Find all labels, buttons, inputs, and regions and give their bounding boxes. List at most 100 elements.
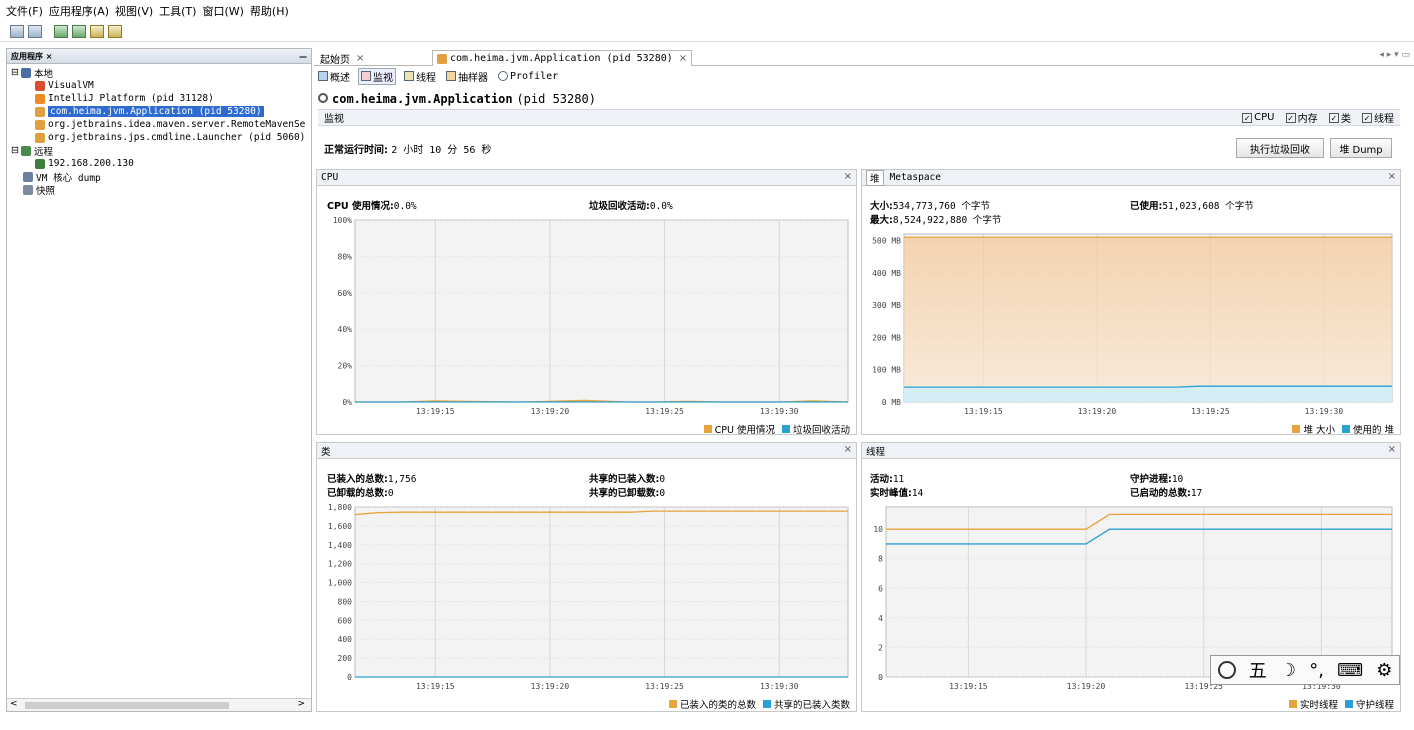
scrollbar-thumb[interactable] [25,702,229,709]
cpu-checkbox[interactable]: ✓ CPU [1242,112,1274,123]
y-tick-label: 200 MB [872,333,901,342]
y-tick-label: 8 [878,555,883,564]
x-tick-label: 13:19:30 [1305,407,1344,416]
close-icon[interactable]: × [1388,171,1396,182]
tree-item[interactable]: VisualVM [35,79,94,92]
tree-item-label: 192.168.200.130 [48,158,134,169]
punctuation-icon[interactable]: °, [1309,660,1324,681]
tree-item[interactable]: org.jetbrains.idea.maven.server.RemoteMa… [35,118,305,131]
plot-area [354,219,849,403]
monitor-section-bar: 监视 ✓ CPU ✓ 内存 ✓ 类 ✓ 线程 [318,109,1400,126]
tab-close-icon[interactable]: × [356,53,364,64]
tree-item-label: VisualVM [48,80,94,91]
collapse-icon[interactable]: ⊟ [11,145,19,156]
unloaded-classes-stat: 已卸载的总数:0 [327,485,394,499]
x-tick-label: 13:19:25 [645,407,684,416]
classes-checkbox[interactable]: ✓ 类 [1328,110,1351,125]
minimize-button[interactable]: — [299,52,307,61]
subtab-monitor[interactable]: 监视 [358,67,396,85]
tree-item[interactable]: ⊟ 远程 [11,144,53,158]
add-vm-coredump-icon[interactable] [72,25,86,38]
heap-dump-button[interactable]: 堆 Dump [1330,138,1392,158]
heap-max-stat: 最大:8,524,922,880 个字节 [870,212,1001,226]
uptime-label: 正常运行时间: [324,145,388,156]
tree-item[interactable]: IntelliJ Platform (pid 31128) [35,92,214,105]
tab-close-icon[interactable]: × [679,53,687,64]
menu-view[interactable]: 视图(V) [115,3,153,19]
stat-label: 已卸载的总数: [327,488,388,499]
horizontal-scrollbar[interactable]: < > [7,698,311,711]
heap-dump-icon[interactable] [108,25,122,38]
stat-label: 已启动的总数: [1130,488,1191,499]
started-threads-stat: 已启动的总数:17 [1130,485,1202,499]
tree-item[interactable]: VM 核心 dump [23,170,101,184]
open-snapshot-icon[interactable] [10,25,24,38]
subtab-threads[interactable]: 线程 [402,69,438,84]
y-tick-label: 500 MB [872,236,901,245]
java-icon [35,132,45,143]
subtab-overview[interactable]: 概述 [316,69,352,84]
scroll-left-button[interactable]: < [10,699,18,709]
legend-swatch [1341,425,1350,433]
gc-activity-stat: 垃圾回收活动:0.0% [589,198,673,212]
ime-mode-icon[interactable]: 五 [1249,657,1267,683]
stat-value: 0 [387,488,394,499]
threads-legend: 实时线程 守护线程 [1288,697,1394,711]
tab-heap[interactable]: 堆 [866,169,884,186]
stat-label: 已使用: [1130,201,1163,212]
ime-logo-icon[interactable] [1217,661,1236,679]
check-icon: ✓ [1285,112,1296,123]
snapshot-icon [23,184,33,195]
shared-loaded-stat: 共享的已装入数:0 [589,471,665,485]
x-tick-label: 13:19:25 [1191,407,1230,416]
tab-application[interactable]: com.heima.jvm.Application (pid 53280) × [432,50,693,66]
legend-swatch [1344,700,1353,708]
menu-applications[interactable]: 应用程序(A) [49,3,109,19]
x-tick-label: 13:19:20 [1067,682,1106,691]
legend-swatch [668,700,677,708]
close-icon[interactable]: × [844,444,852,455]
settings-icon[interactable]: ⚙ [1376,660,1392,681]
close-icon[interactable]: × [844,171,852,182]
y-tick-label: 0 [878,673,883,682]
legend-label: 垃圾回收活动 [792,425,850,436]
thread-dump-icon[interactable] [90,25,104,38]
subtab-profiler[interactable]: Profiler [496,71,560,82]
tree-item[interactable]: ⊟ 本地 [11,66,53,80]
tree-item[interactable]: org.jetbrains.jps.cmdline.Launcher (pid … [35,131,305,144]
y-tick-label: 0% [342,398,352,407]
add-remote-host-icon[interactable] [54,25,68,38]
y-tick-label: 200 [338,654,353,663]
perform-gc-button[interactable]: 执行垃圾回收 [1236,138,1324,158]
document-tabs: 起始页 × com.heima.jvm.Application (pid 532… [314,48,1414,66]
collapse-icon[interactable]: ⊟ [11,67,19,78]
subtab-sampler[interactable]: 抽样器 [444,69,490,84]
tab-metaspace[interactable]: Metaspace [890,172,941,183]
x-tick-label: 13:19:30 [760,682,799,691]
scroll-right-button[interactable]: > [297,699,305,709]
close-icon[interactable]: × [1388,444,1396,455]
stat-value: 51,023,608 个字节 [1162,201,1254,212]
keyboard-icon[interactable]: ⌨ [1337,660,1363,681]
menu-tools[interactable]: 工具(T) [159,3,196,19]
threads-checkbox[interactable]: ✓ 线程 [1362,110,1394,125]
applications-panel-title[interactable]: 应用程序 × [11,51,53,62]
menu-help[interactable]: 帮助(H) [250,3,289,19]
tree-item[interactable]: com.heima.jvm.Application (pid 53280) [35,105,264,118]
x-tick-label: 13:19:15 [964,407,1003,416]
tree-item[interactable]: 快照 [23,183,55,197]
tab-start-page[interactable]: 起始页 × [316,50,368,66]
moon-icon[interactable]: ☽ [1280,660,1296,681]
add-jmx-connection-icon[interactable] [28,25,42,38]
tab-label: com.heima.jvm.Application (pid 53280) [450,53,673,64]
stat-value: 0 [659,474,666,485]
tab-navigation-icon[interactable]: ◂ ▸ ▾ ▭ [1379,50,1410,60]
check-icon: ✓ [1328,112,1339,123]
menu-window[interactable]: 窗口(W) [202,3,243,19]
memory-checkbox[interactable]: ✓ 内存 [1285,110,1318,125]
view-subtabs: 概述 监视 线程 抽样器 Profiler [316,67,1406,85]
stat-value: 10 [1171,474,1184,485]
sampler-icon [446,71,456,81]
tree-item[interactable]: 192.168.200.130 [35,157,134,170]
menu-file[interactable]: 文件(F) [6,3,43,19]
